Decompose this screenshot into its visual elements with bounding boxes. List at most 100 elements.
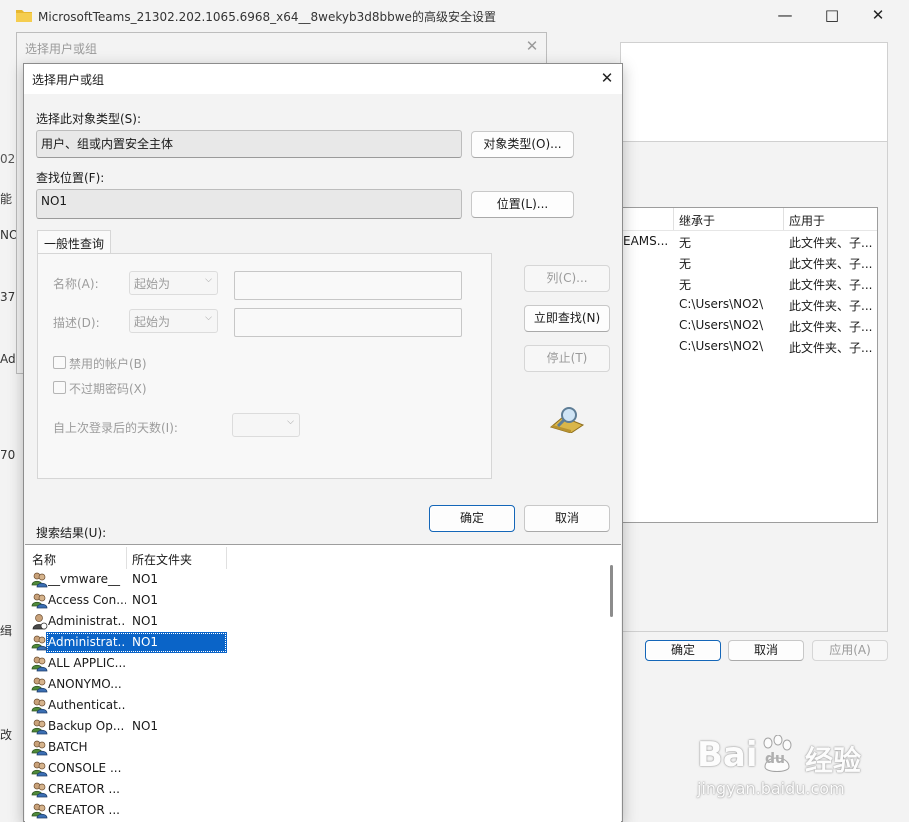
result-row[interactable]: ANONYMO... bbox=[28, 674, 228, 695]
watermark-brand: Bai bbox=[697, 735, 758, 775]
results-list[interactable]: 名称 所在文件夹 __vmware__ NO1 Access Con... NO1 Ad… bbox=[25, 544, 621, 822]
bg-apply-button[interactable]: 应用(A) bbox=[812, 640, 888, 661]
col-header-folder[interactable]: 所在文件夹 bbox=[132, 551, 192, 568]
disabled-accounts-label: 禁用的帐户(B) bbox=[69, 357, 147, 371]
desc-label: 描述(D): bbox=[53, 316, 100, 330]
col-header-name[interactable]: 名称 bbox=[32, 551, 56, 568]
result-name: Authenticat... bbox=[48, 698, 126, 712]
result-row[interactable]: Access Con... NO1 bbox=[28, 590, 228, 611]
result-name: Backup Op... bbox=[48, 719, 125, 733]
stop-button[interactable]: 停止(T) bbox=[524, 345, 610, 372]
name-input[interactable] bbox=[234, 271, 462, 300]
bg-fragment: Ad bbox=[0, 352, 16, 366]
result-folder: NO1 bbox=[132, 593, 159, 607]
group-icon bbox=[31, 760, 48, 777]
name-combo[interactable]: 起始为 ⌵ bbox=[129, 271, 218, 295]
result-row[interactable]: Backup Op... NO1 bbox=[28, 716, 228, 737]
results-scrollbar[interactable] bbox=[610, 565, 613, 617]
object-type-button[interactable]: 对象类型(O)... bbox=[471, 131, 574, 158]
desc-combo-value: 起始为 bbox=[134, 315, 171, 329]
result-name: CREATOR ... bbox=[48, 782, 120, 796]
desc-input[interactable] bbox=[234, 308, 462, 337]
chevron-down-icon: ⌵ bbox=[205, 313, 212, 323]
group-icon bbox=[31, 655, 48, 672]
baidu-watermark: Bai du 经验 jingyan.baidu.com bbox=[697, 735, 907, 815]
result-row[interactable]: BATCH bbox=[28, 737, 228, 758]
group-icon bbox=[31, 676, 48, 693]
result-row[interactable]: Administrat... NO1 bbox=[28, 632, 228, 653]
watermark-url: jingyan.baidu.com bbox=[697, 779, 845, 798]
result-row[interactable]: Authenticat... bbox=[28, 695, 228, 716]
location-value: NO1 bbox=[41, 194, 68, 208]
group-icon bbox=[31, 634, 48, 651]
col-divider bbox=[673, 208, 674, 230]
bg-cell-applies: 此文件夹、子... bbox=[789, 257, 873, 271]
group-icon bbox=[31, 802, 48, 819]
result-row[interactable]: Administrat... NO1 bbox=[28, 611, 228, 632]
tab-general-query[interactable]: 一般性查询 bbox=[37, 230, 111, 254]
close-icon[interactable]: ✕ bbox=[517, 34, 547, 58]
bg-fragment: 70 bbox=[0, 448, 16, 462]
group-icon bbox=[31, 739, 48, 756]
result-row[interactable]: ALL APPLIC... bbox=[28, 653, 228, 674]
result-folder: NO1 bbox=[132, 572, 159, 586]
bg-cell-inherit: C:\Users\NO2\ bbox=[679, 318, 764, 332]
cancel-button[interactable]: 取消 bbox=[524, 505, 610, 532]
location-button[interactable]: 位置(L)... bbox=[471, 191, 574, 218]
location-field: NO1 bbox=[36, 189, 462, 219]
result-row[interactable]: __vmware__ NO1 bbox=[28, 569, 228, 590]
chevron-down-icon: ⌵ bbox=[205, 275, 212, 285]
col-divider bbox=[226, 547, 227, 569]
watermark-brand-paw: du bbox=[765, 751, 785, 767]
group-icon bbox=[31, 592, 48, 609]
folder-icon bbox=[16, 10, 32, 22]
result-folder: NO1 bbox=[132, 719, 159, 733]
group-icon bbox=[31, 718, 48, 735]
bg-cell-applies: 此文件夹、子... bbox=[789, 236, 873, 250]
bg-cell-principal: EAMS... bbox=[623, 234, 669, 248]
disabled-accounts-checkbox[interactable] bbox=[53, 356, 66, 369]
maximize-icon[interactable]: □ bbox=[817, 3, 847, 27]
bg-permission-table: 继承于 应用于 EAMS... 无此文件夹、子... 无此文件夹、子... 无此文件夹… bbox=[620, 207, 878, 523]
bg-ok-button[interactable]: 确定 bbox=[645, 640, 721, 661]
result-name: Administrat... bbox=[48, 614, 126, 628]
result-row[interactable]: CREATOR ... bbox=[28, 779, 228, 800]
days-label: 自上次登录后的天数(I): bbox=[53, 421, 178, 435]
object-type-label: 选择此对象类型(S): bbox=[36, 112, 142, 126]
columns-button[interactable]: 列(C)... bbox=[524, 265, 610, 292]
col-divider bbox=[783, 208, 784, 230]
find-now-button[interactable]: 立即查找(N) bbox=[524, 305, 610, 332]
object-type-button-label: 对象类型(O)... bbox=[483, 137, 562, 151]
ok-button-label: 确定 bbox=[459, 511, 484, 525]
bg-fragment: 37 bbox=[0, 290, 16, 304]
close-icon[interactable]: ✕ bbox=[592, 66, 622, 90]
days-combo[interactable]: ⌵ bbox=[232, 413, 300, 437]
bg-apply-label: 应用(A) bbox=[829, 643, 871, 657]
close-icon[interactable]: ✕ bbox=[863, 3, 893, 27]
no-expire-checkbox[interactable] bbox=[53, 381, 66, 394]
bg-cell-applies: 此文件夹、子... bbox=[789, 320, 873, 334]
bg-cancel-button[interactable]: 取消 bbox=[728, 640, 804, 661]
bg-cancel-label: 取消 bbox=[753, 643, 778, 657]
desc-combo[interactable]: 起始为 ⌵ bbox=[129, 309, 218, 333]
bg-fragment: 02 bbox=[0, 152, 16, 166]
cancel-button-label: 取消 bbox=[554, 511, 579, 525]
group-icon bbox=[31, 697, 48, 714]
col-header-applies[interactable]: 应用于 bbox=[789, 212, 825, 229]
chevron-down-icon: ⌵ bbox=[287, 417, 294, 427]
result-row[interactable]: CREATOR ... bbox=[28, 800, 228, 821]
result-folder: NO1 bbox=[132, 635, 159, 649]
ok-button[interactable]: 确定 bbox=[429, 505, 515, 532]
col-header-inherit[interactable]: 继承于 bbox=[679, 212, 715, 229]
object-type-field: 用户、组或内置安全主体 bbox=[36, 130, 462, 158]
bg-right-panel bbox=[620, 42, 888, 142]
minimize-icon[interactable]: — bbox=[770, 3, 800, 27]
result-name: Access Con... bbox=[48, 593, 126, 607]
columns-button-label: 列(C)... bbox=[546, 271, 588, 285]
bg-window-title: MicrosoftTeams_21302.202.1065.6968_x64__… bbox=[38, 10, 496, 24]
bg-cell-inherit: 无 bbox=[679, 236, 692, 250]
bg-fragment: 能 bbox=[0, 192, 13, 206]
dialog-title: 选择用户或组 bbox=[32, 73, 105, 87]
result-folder: NO1 bbox=[132, 614, 159, 628]
result-row[interactable]: CONSOLE ... bbox=[28, 758, 228, 779]
